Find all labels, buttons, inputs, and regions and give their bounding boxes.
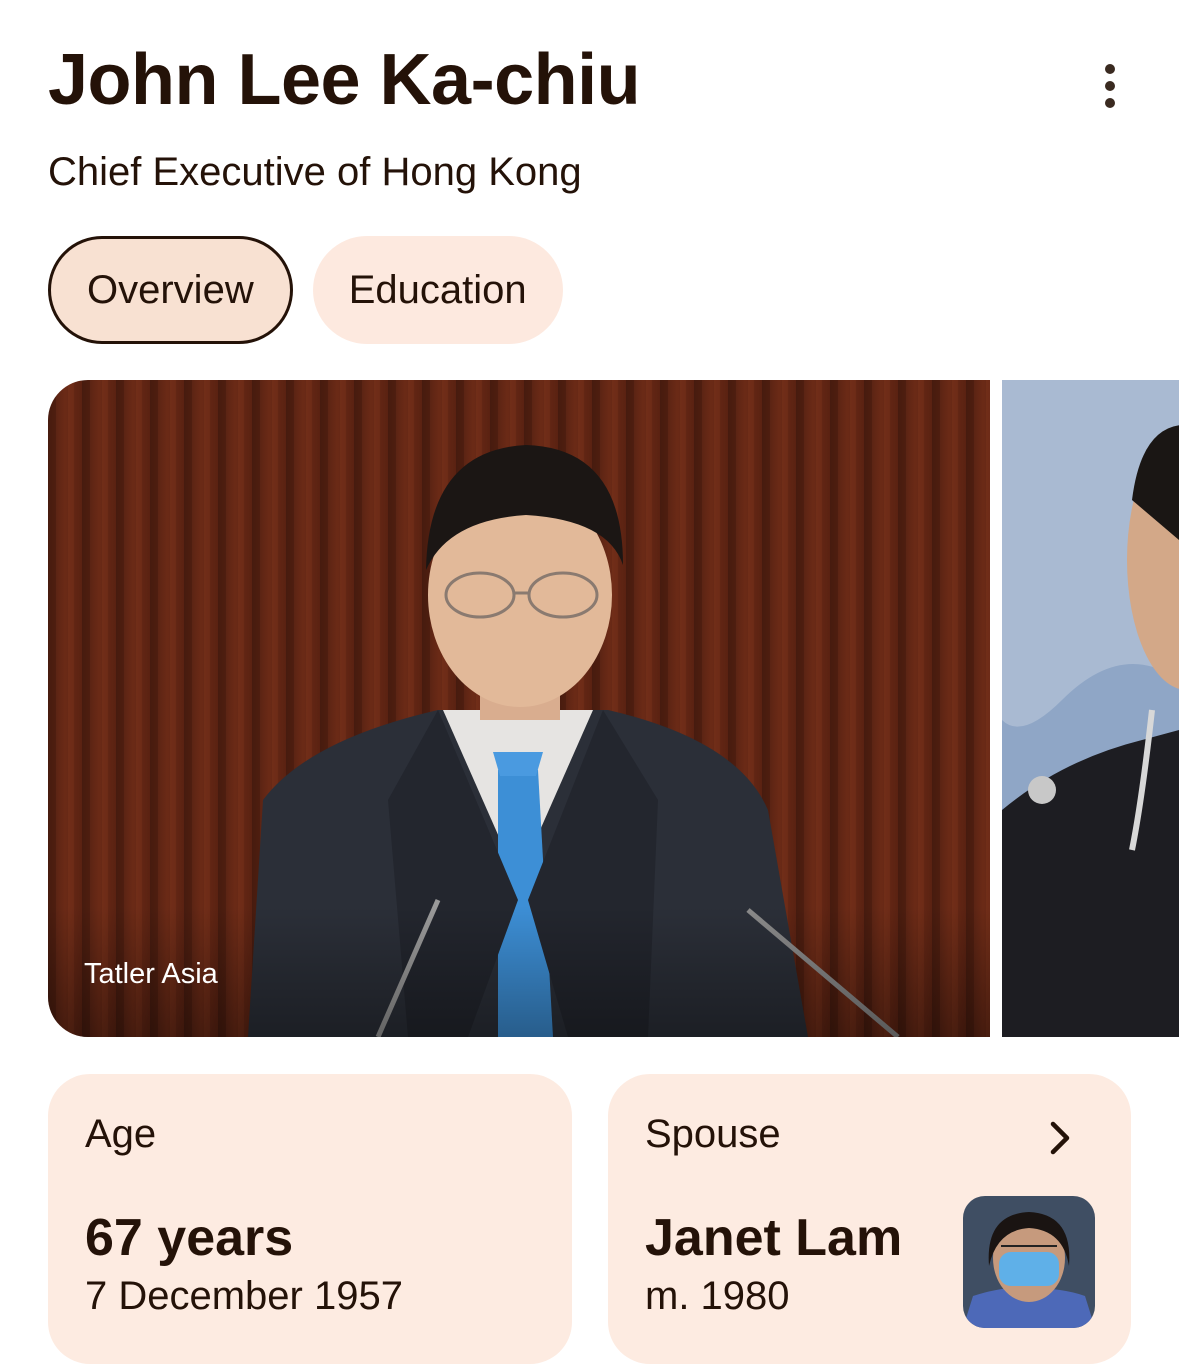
spouse-avatar[interactable] — [963, 1196, 1095, 1328]
tab-education[interactable]: Education — [312, 236, 563, 344]
chevron-right-icon[interactable] — [1040, 1118, 1080, 1158]
spouse-name: Janet Lam — [645, 1209, 903, 1267]
photo-source-label: Tatler Asia — [84, 958, 218, 990]
spouse-photo-image — [963, 1196, 1095, 1328]
marriage-year: m. 1980 — [645, 1274, 790, 1318]
age-value: 67 years — [85, 1209, 294, 1267]
spouse-card[interactable]: Spouse Janet Lam m. 1980 — [608, 1074, 1131, 1364]
uniform-photo-image — [1002, 380, 1179, 1037]
spouse-label: Spouse — [645, 1112, 781, 1156]
portrait-photo-image — [48, 380, 990, 1037]
tab-overview[interactable]: Overview — [48, 236, 293, 344]
tab-bar: Overview Education — [48, 236, 563, 344]
more-options-icon[interactable] — [1082, 58, 1138, 114]
birth-date: 7 December 1957 — [85, 1274, 403, 1318]
page-subtitle: Chief Executive of Hong Kong — [48, 150, 582, 194]
age-label: Age — [85, 1112, 157, 1156]
age-card[interactable]: Age 67 years 7 December 1957 — [48, 1074, 572, 1364]
main-photo[interactable]: Tatler Asia — [48, 380, 990, 1037]
knowledge-panel: John Lee Ka-chiu Chief Executive of Hong… — [0, 0, 1179, 1367]
secondary-photo[interactable] — [1002, 380, 1179, 1037]
page-title: John Lee Ka-chiu — [48, 40, 641, 120]
image-carousel[interactable]: Tatler Asia — [48, 380, 1179, 1037]
